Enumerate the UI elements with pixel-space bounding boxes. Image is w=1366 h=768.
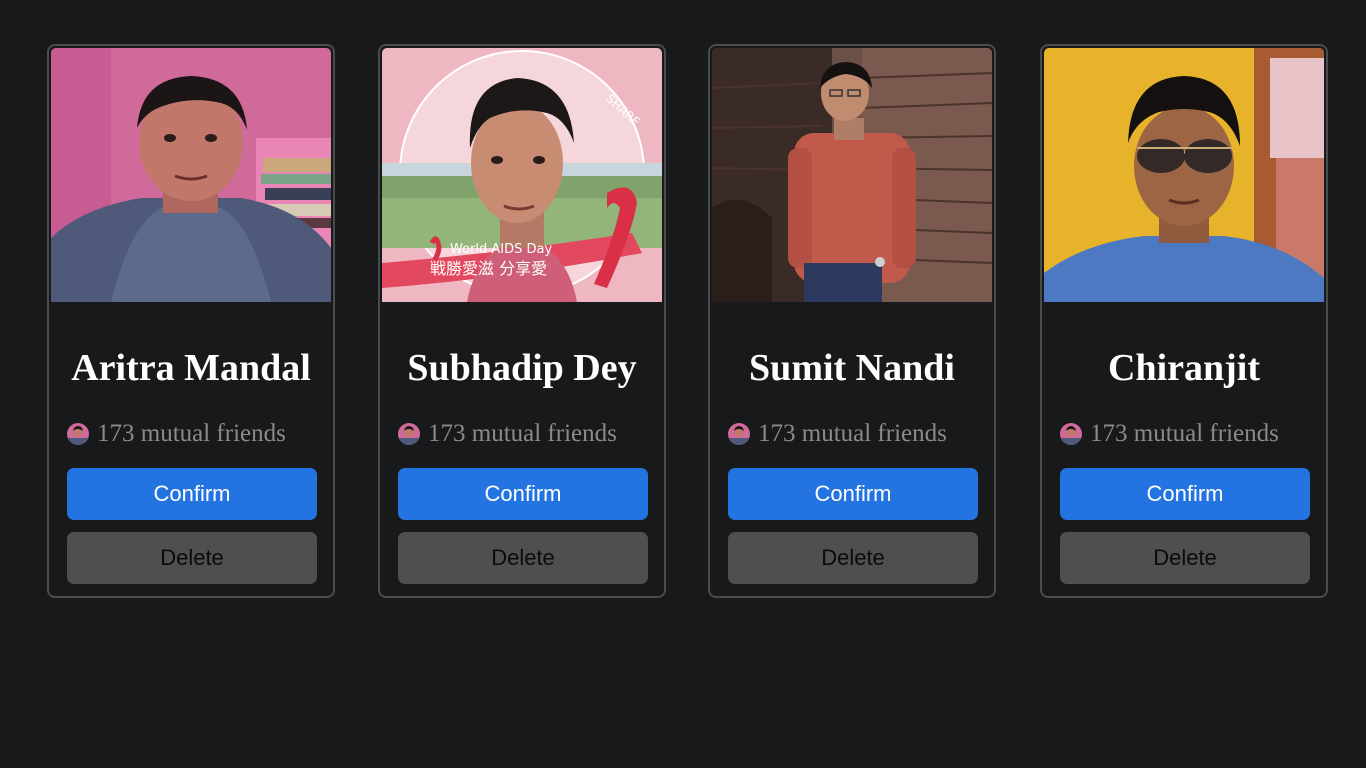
friend-request-card: Chiranjit 173 mutual friends Confirm Del… [1040,44,1328,598]
profile-photo[interactable]: World AIDS Day 戦勝愛滋 分享愛 SHARE [382,48,662,302]
profile-photo[interactable] [51,48,331,302]
mutual-friend-avatar [728,423,750,445]
delete-button[interactable]: Delete [728,532,978,584]
friend-request-card: Aritra Mandal 173 mutual friends Confirm… [47,44,335,598]
friend-name[interactable]: Chiranjit [1042,346,1326,390]
friend-requests-grid: Aritra Mandal 173 mutual friends Confirm… [0,0,1366,768]
delete-button[interactable]: Delete [67,532,317,584]
friend-name[interactable]: Aritra Mandal [49,346,333,390]
confirm-button[interactable]: Confirm [728,468,978,520]
mutual-friend-avatar [67,423,89,445]
mutual-friend-avatar [398,423,420,445]
photo-banner-text: World AIDS Day [450,242,552,257]
delete-button[interactable]: Delete [398,532,648,584]
mutual-friends-count: 173 mutual friends [428,420,617,447]
mutual-friend-avatar [1060,423,1082,445]
friend-request-card: World AIDS Day 戦勝愛滋 分享愛 SHARE Subhadip D… [378,44,666,598]
mutual-friends-count: 173 mutual friends [97,420,286,447]
mutual-friends[interactable]: 173 mutual friends [398,420,617,448]
profile-photo[interactable] [1044,48,1324,302]
mutual-friends-count: 173 mutual friends [1090,420,1279,447]
mutual-friends-count: 173 mutual friends [758,420,947,447]
mutual-friends[interactable]: 173 mutual friends [67,420,286,448]
profile-photo[interactable] [712,48,992,302]
photo-slogan-text: 戦勝愛滋 分享愛 [430,259,547,278]
mutual-friends[interactable]: 173 mutual friends [1060,420,1279,448]
confirm-button[interactable]: Confirm [1060,468,1310,520]
friend-name[interactable]: Subhadip Dey [380,346,664,390]
confirm-button[interactable]: Confirm [398,468,648,520]
mutual-friends[interactable]: 173 mutual friends [728,420,947,448]
delete-button[interactable]: Delete [1060,532,1310,584]
confirm-button[interactable]: Confirm [67,468,317,520]
friend-name[interactable]: Sumit Nandi [710,346,994,390]
friend-request-card: Sumit Nandi 173 mutual friends Confirm D… [708,44,996,598]
